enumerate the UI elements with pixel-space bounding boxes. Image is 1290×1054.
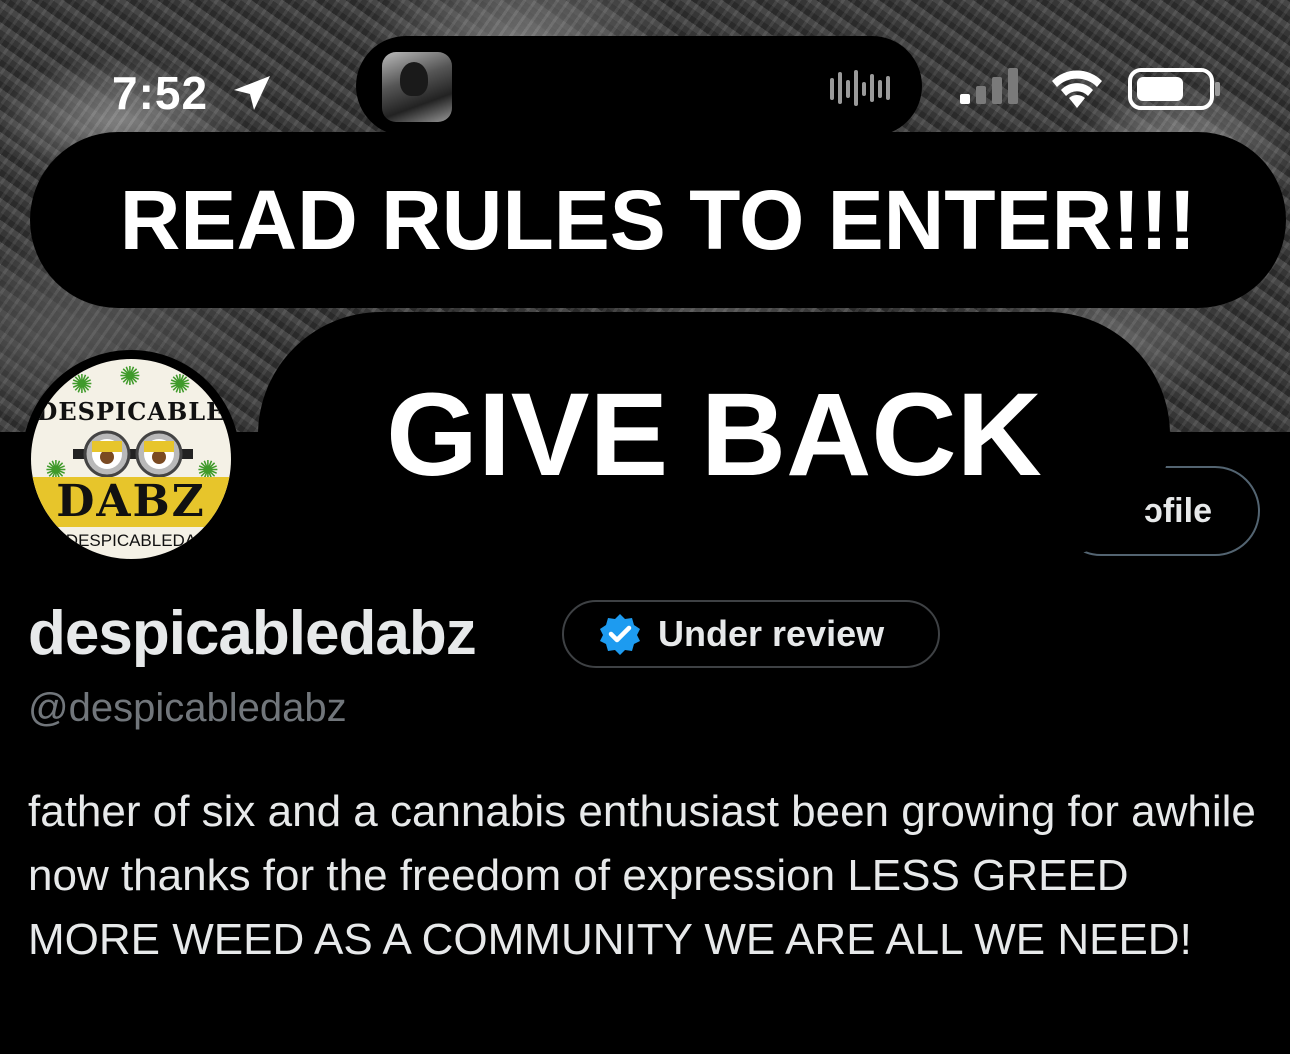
leaf-icon: ✺ — [119, 361, 141, 391]
leaf-icon: ✺ — [169, 369, 191, 399]
logo-top-text: DESPICABLE — [36, 397, 226, 426]
status-bar-time: 7:52 — [112, 67, 209, 119]
logo-bottom-text: DESPICABLEDA — [65, 531, 197, 550]
cellular-signal-icon — [960, 68, 1018, 104]
waveform-icon — [830, 70, 890, 106]
profile-avatar[interactable]: ✺ ✺ ✺ ✺ ✺ DESPICABLE DABZ DESPICABLEDA — [22, 350, 240, 568]
logo-main-text: DABZ — [31, 477, 231, 527]
give-back-sticker: GIVE BACK — [258, 312, 1170, 558]
goggle-eyes-icon — [73, 430, 193, 478]
despicable-dabz-logo: ✺ ✺ ✺ ✺ ✺ DESPICABLE DABZ DESPICABLEDA — [31, 359, 231, 559]
verification-status-pill[interactable]: Under review — [562, 600, 940, 668]
edit-profile-label: ɔfile — [1143, 491, 1212, 530]
read-rules-sticker: READ RULES TO ENTER!!! — [30, 132, 1286, 308]
profile-bio: father of six and a cannabis enthusiast … — [28, 787, 1256, 964]
wifi-icon — [1052, 70, 1102, 108]
leaf-icon: ✺ — [71, 369, 93, 399]
user-handle: @despicabledabz — [28, 686, 347, 730]
verification-status-label: Under review — [658, 613, 885, 654]
display-name: despicabledabz — [28, 599, 477, 668]
verified-badge-icon — [600, 614, 640, 655]
location-arrow-icon — [234, 76, 270, 110]
battery-icon — [1128, 68, 1220, 110]
now-playing-thumbnail[interactable] — [382, 52, 452, 122]
